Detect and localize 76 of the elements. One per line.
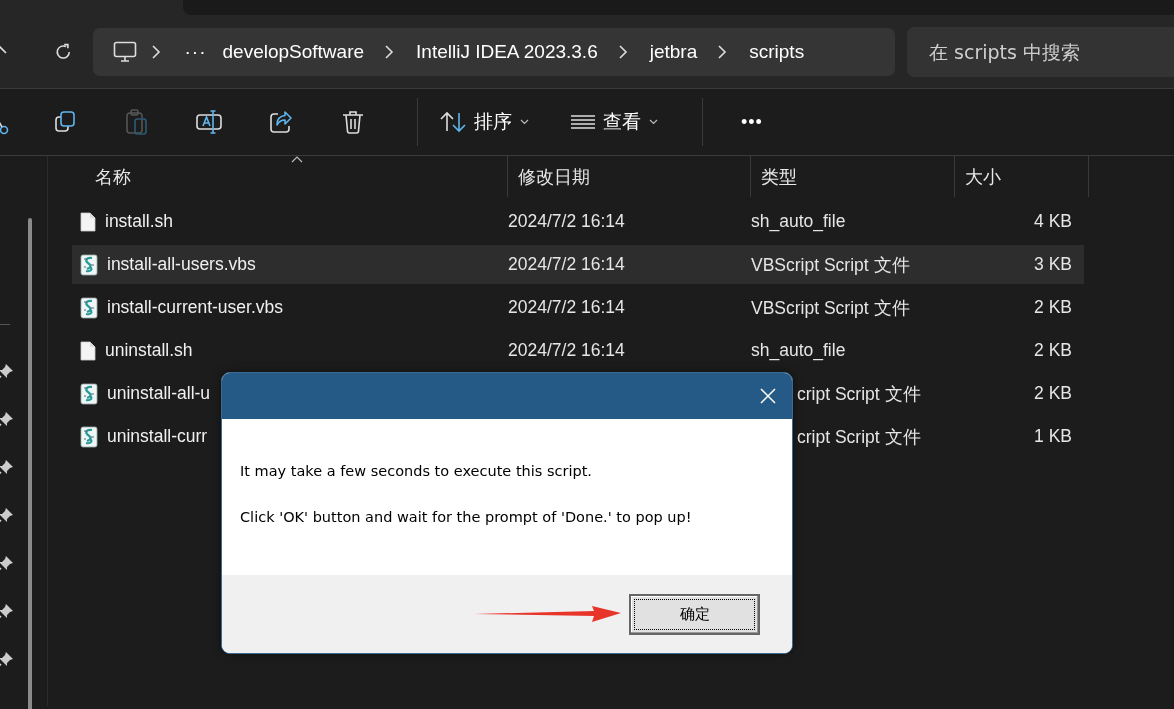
file-name: uninstall.sh xyxy=(105,340,193,361)
file-row[interactable]: uninstall-curr cript Script 文件 1 KB xyxy=(72,417,1084,456)
pin-icon[interactable] xyxy=(0,363,14,381)
pin-icon[interactable] xyxy=(0,555,14,573)
file-name: uninstall-all-u xyxy=(107,383,211,404)
list-icon xyxy=(571,114,595,130)
file-row[interactable]: uninstall-all-u cript Script 文件 2 KB xyxy=(72,374,1084,413)
caret-icon xyxy=(520,119,529,125)
script-file-icon xyxy=(80,425,98,448)
column-header[interactable]: 名称 xyxy=(48,156,508,197)
pin-icon[interactable] xyxy=(0,411,14,429)
file-name: install.sh xyxy=(105,211,174,232)
copy-icon[interactable] xyxy=(53,110,77,134)
file-name: uninstall-curr xyxy=(107,426,208,447)
script-file-icon xyxy=(80,296,98,319)
modified-date: 2024/7/2 16:14 xyxy=(508,297,625,317)
file-size: 2 KB xyxy=(1034,383,1072,403)
overflow-crumb[interactable]: ··· xyxy=(176,40,217,63)
modified-date: 2024/7/2 16:14 xyxy=(508,254,625,274)
file-icon xyxy=(80,340,96,361)
file-type: sh_auto_file xyxy=(751,340,846,360)
pin-icon[interactable] xyxy=(0,507,14,525)
file-row[interactable]: install-current-user.vbs 2024/7/2 16:14 VBScript Script 文件 2 KB xyxy=(72,288,1084,327)
chevron-icon xyxy=(617,43,628,60)
file-row[interactable]: uninstall.sh 2024/7/2 16:14 sh_auto_file 2 KB xyxy=(72,331,1084,370)
view-button[interactable]: 查看 xyxy=(561,103,668,141)
paste-icon xyxy=(125,109,149,135)
breadcrumb-item[interactable]: developSoftware xyxy=(216,40,371,63)
script-file-icon xyxy=(80,253,98,276)
dialog-message: It may take a few seconds to execute this script. xyxy=(240,463,593,479)
file-type: sh_auto_file xyxy=(751,211,846,231)
close-icon[interactable] xyxy=(760,388,776,404)
file-size: 4 KB xyxy=(1034,211,1072,231)
chevron-icon xyxy=(150,43,161,60)
rename-icon xyxy=(196,110,222,134)
more-button[interactable]: ••• xyxy=(729,105,775,139)
file-type: cript Script 文件 xyxy=(797,382,921,406)
scrollbar[interactable] xyxy=(28,218,32,709)
script-file-icon xyxy=(80,382,98,405)
file-name: install-current-user.vbs xyxy=(107,297,284,318)
ok-button[interactable]: 确定 xyxy=(629,593,760,635)
caret-icon xyxy=(649,119,658,125)
dialog-message: Click 'OK' button and wait for the prompt of 'Done.' to pop up! xyxy=(240,509,693,525)
sort-button[interactable]: 排序 xyxy=(430,103,539,141)
computer-icon xyxy=(112,40,137,63)
file-type: VBScript Script 文件 xyxy=(751,254,910,275)
file-size: 2 KB xyxy=(1034,297,1072,317)
file-size: 2 KB xyxy=(1034,340,1072,360)
search-field[interactable]: 在 scripts 中搜索 xyxy=(907,26,1174,77)
file-size: 3 KB xyxy=(1034,254,1072,274)
trash-icon xyxy=(342,110,364,134)
file-type: cript Script 文件 xyxy=(797,425,921,449)
file-icon xyxy=(80,211,96,232)
refresh-icon[interactable] xyxy=(54,41,73,62)
sort-caret-icon xyxy=(291,156,303,163)
pin-icon[interactable] xyxy=(0,603,14,621)
sort-icon xyxy=(440,111,466,133)
chevron-icon xyxy=(384,43,395,60)
breadcrumb-item[interactable]: IntelliJ IDEA 2023.3.6 xyxy=(410,40,604,63)
pin-icon[interactable] xyxy=(0,459,14,477)
breadcrumb-item[interactable]: scripts xyxy=(743,40,811,63)
file-row[interactable]: install-all-users.vbs 2024/7/2 16:14 VBScript Script 文件 3 KB xyxy=(72,245,1084,284)
column-header[interactable]: 修改日期 xyxy=(508,156,751,197)
pin-icon[interactable] xyxy=(0,651,14,669)
file-row[interactable]: install.sh 2024/7/2 16:14 sh_auto_file 4 KB xyxy=(72,202,1084,241)
breadcrumb-item[interactable]: jetbra xyxy=(643,40,704,63)
share-icon xyxy=(269,110,293,134)
file-type: VBScript Script 文件 xyxy=(751,297,910,318)
modified-date: 2024/7/2 16:14 xyxy=(508,211,625,231)
modified-date: 2024/7/2 16:14 xyxy=(508,340,625,360)
column-header[interactable]: 大小 xyxy=(955,156,1089,197)
chevron-icon xyxy=(717,43,728,60)
file-size: 1 KB xyxy=(1034,426,1072,446)
column-header[interactable]: 类型 xyxy=(751,156,955,197)
file-name: install-all-users.vbs xyxy=(107,254,256,275)
address-bar[interactable]: ··· developSoftware IntelliJ IDEA 2023.3.6 jetbra scripts xyxy=(92,27,895,76)
